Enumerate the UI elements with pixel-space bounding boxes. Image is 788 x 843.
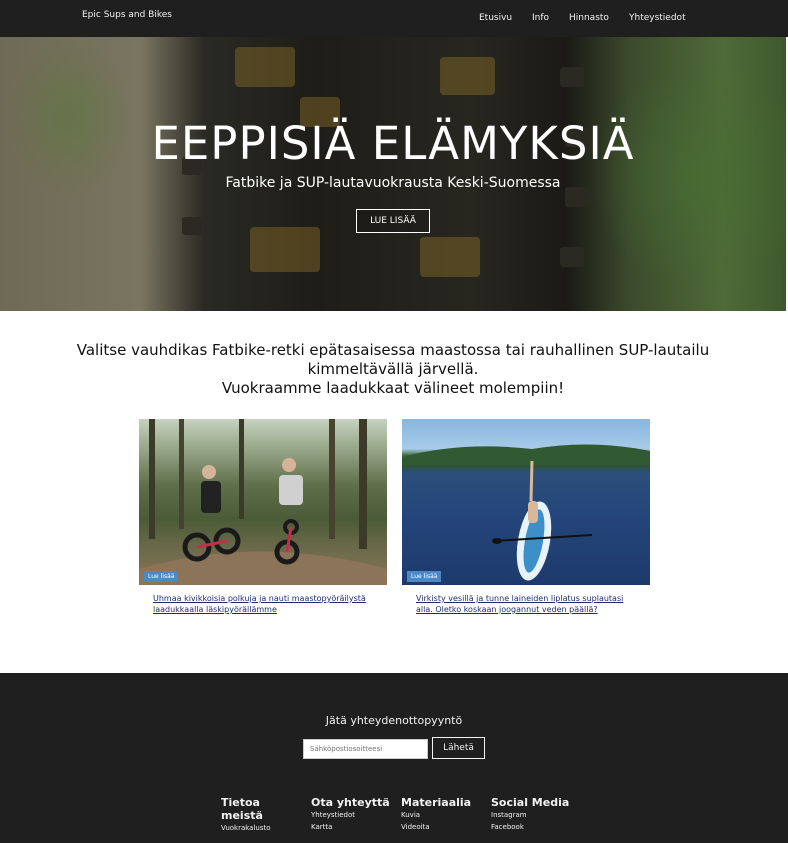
- hero-subtitle: Fatbike ja SUP-lautavuokrausta Keski-Suo…: [225, 175, 561, 191]
- contact-title: Jätä yhteydenottopyyntö: [325, 714, 463, 727]
- tire-tread: [440, 57, 495, 95]
- footer-heading: Social Media: [491, 796, 570, 809]
- footer-heading: Materiaalia: [401, 796, 472, 809]
- sup-card-link[interactable]: Virkisty vesillä ja tunne laineiden lipl…: [416, 593, 638, 615]
- tire-knob: [182, 217, 202, 235]
- footer-column-about: Tietoa meistä Vuokrakalusto: [221, 796, 291, 834]
- card-badge[interactable]: Lue lisää: [144, 571, 179, 582]
- footer-link-yhteystiedot[interactable]: Yhteystiedot: [311, 809, 390, 821]
- tire-tread: [250, 227, 320, 272]
- tire-knob: [560, 67, 584, 87]
- hero-title: EEPPISIÄ ELÄMYKSIÄ: [151, 117, 635, 170]
- footer-column-material: Materiaalia Kuvia Videoita: [401, 796, 471, 833]
- footer-column-contact: Ota yhteyttä Yhteystiedot Kartta: [311, 796, 390, 833]
- footer-heading: Tietoa meistä: [221, 796, 263, 822]
- sup-card: Lue lisää Virkisty vesillä ja tunne lain…: [402, 419, 650, 615]
- fatbike-illustration: [139, 419, 387, 585]
- tire-knob: [560, 247, 584, 267]
- footer-column-social: Social Media Instagram Facebook: [491, 796, 569, 833]
- footer-link-kartta[interactable]: Kartta: [311, 821, 390, 833]
- email-input[interactable]: [303, 739, 428, 759]
- hero-banner: EEPPISIÄ ELÄMYKSIÄ Fatbike ja SUP-lautav…: [0, 37, 786, 311]
- footer-link-facebook[interactable]: Facebook: [491, 821, 569, 833]
- read-more-button[interactable]: LUE LISÄÄ: [356, 209, 430, 233]
- footer-link-instagram[interactable]: Instagram: [491, 809, 569, 821]
- intro-text: Valitse vauhdikas Fatbike-retki epätasai…: [0, 341, 786, 398]
- navbar: Epic Sups and Bikes Etusivu Info Hinnast…: [0, 0, 788, 37]
- footer-heading: Ota yhteyttä: [311, 796, 390, 809]
- footer: Jätä yhteydenottopyyntö Lähetä Tietoa me…: [0, 673, 788, 843]
- footer-link-kuvia[interactable]: Kuvia: [401, 809, 471, 821]
- sup-image[interactable]: Lue lisää: [402, 419, 650, 585]
- footer-link-vuokrakalusto[interactable]: Vuokrakalusto: [221, 822, 291, 834]
- tire-tread: [420, 237, 480, 277]
- footer-link-videoita[interactable]: Videoita: [401, 821, 471, 833]
- intro-line-2: kimmeltävällä järvellä.: [307, 360, 479, 378]
- fatbike-image[interactable]: Lue lisää: [139, 419, 387, 585]
- send-button[interactable]: Lähetä: [432, 737, 485, 759]
- intro-line-3: Vuokraamme laadukkaat välineet molempiin…: [221, 379, 565, 397]
- sup-illustration: [402, 444, 650, 581]
- nav-link-etusivu[interactable]: Etusivu: [479, 13, 512, 23]
- brand-link[interactable]: Epic Sups and Bikes: [82, 10, 172, 20]
- fatbike-card-link[interactable]: Uhmaa kivikkoisia polkuja ja nauti maast…: [153, 593, 375, 615]
- fatbike-card: Lue lisää Uhmaa kivikkoisia polkuja ja n…: [139, 419, 387, 615]
- nav-link-info[interactable]: Info: [532, 13, 549, 23]
- tire-tread: [235, 47, 295, 87]
- card-badge[interactable]: Lue lisää: [407, 571, 442, 582]
- nav-link-hinnasto[interactable]: Hinnasto: [569, 13, 609, 23]
- nav-link-yhteystiedot[interactable]: Yhteystiedot: [629, 13, 686, 23]
- intro-line-1: Valitse vauhdikas Fatbike-retki epätasai…: [76, 341, 710, 359]
